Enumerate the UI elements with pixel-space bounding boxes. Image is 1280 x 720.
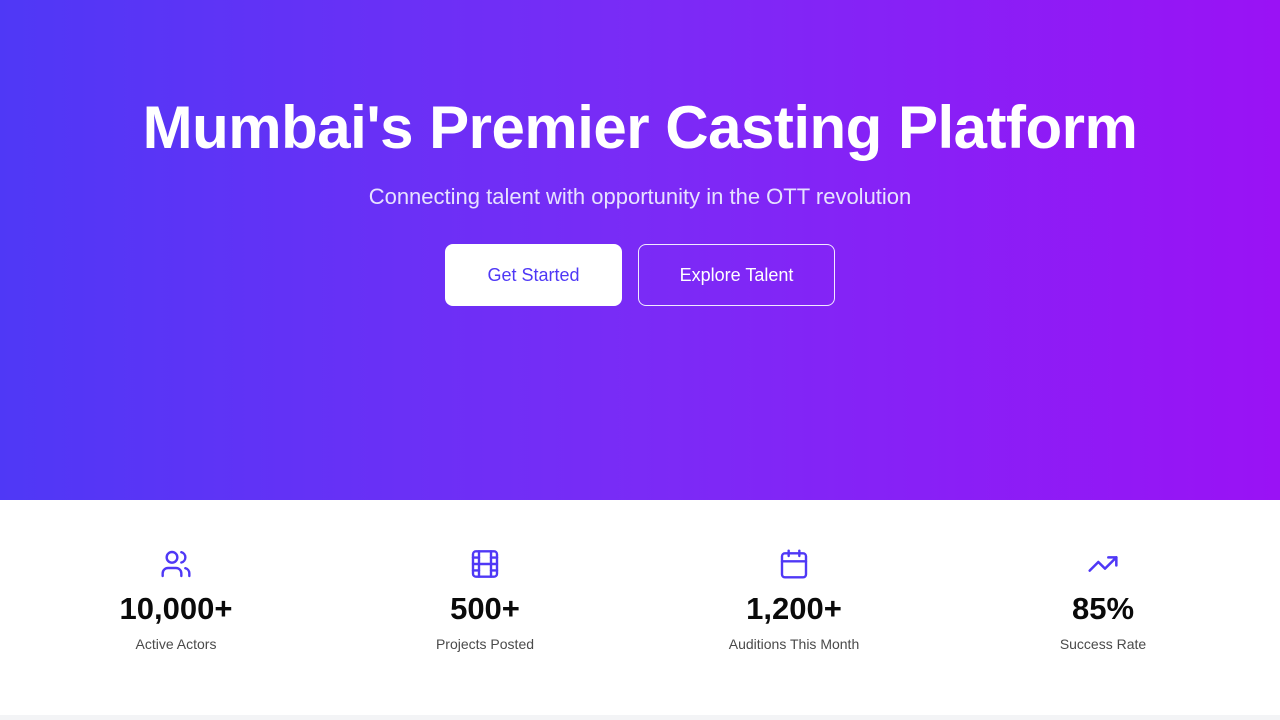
stat-value: 85% bbox=[1071, 591, 1135, 626]
stat-active-actors: 10,000+ Active Actors bbox=[46, 548, 306, 653]
hero-subtitle: Connecting talent with opportunity in th… bbox=[368, 184, 912, 209]
stat-value: 10,000+ bbox=[119, 591, 233, 626]
hero-section: Mumbai's Premier Casting Platform Connec… bbox=[0, 0, 1280, 500]
page-divider bbox=[0, 715, 1280, 720]
stat-value: 500+ bbox=[450, 591, 520, 626]
trending-up-icon bbox=[1087, 548, 1119, 580]
stat-value: 1,200+ bbox=[746, 591, 842, 626]
stats-section: 10,000+ Active Actors 500+ Projects Post… bbox=[0, 500, 1280, 715]
stat-auditions-this-month: 1,200+ Auditions This Month bbox=[664, 548, 924, 653]
get-started-button[interactable]: Get Started bbox=[445, 244, 622, 306]
stat-label: Success Rate bbox=[1059, 636, 1147, 652]
film-icon bbox=[469, 548, 501, 580]
stat-label: Auditions This Month bbox=[728, 636, 860, 652]
stat-projects-posted: 500+ Projects Posted bbox=[355, 548, 615, 653]
stat-success-rate: 85% Success Rate bbox=[973, 548, 1233, 653]
stat-label: Projects Posted bbox=[435, 636, 535, 652]
calendar-icon bbox=[778, 548, 810, 580]
hero-title: Mumbai's Premier Casting Platform bbox=[142, 94, 1138, 161]
stat-label: Active Actors bbox=[135, 636, 217, 652]
cta-row: Get Started Explore Talent bbox=[0, 244, 1280, 306]
explore-talent-button[interactable]: Explore Talent bbox=[638, 244, 835, 306]
users-icon bbox=[160, 548, 192, 580]
